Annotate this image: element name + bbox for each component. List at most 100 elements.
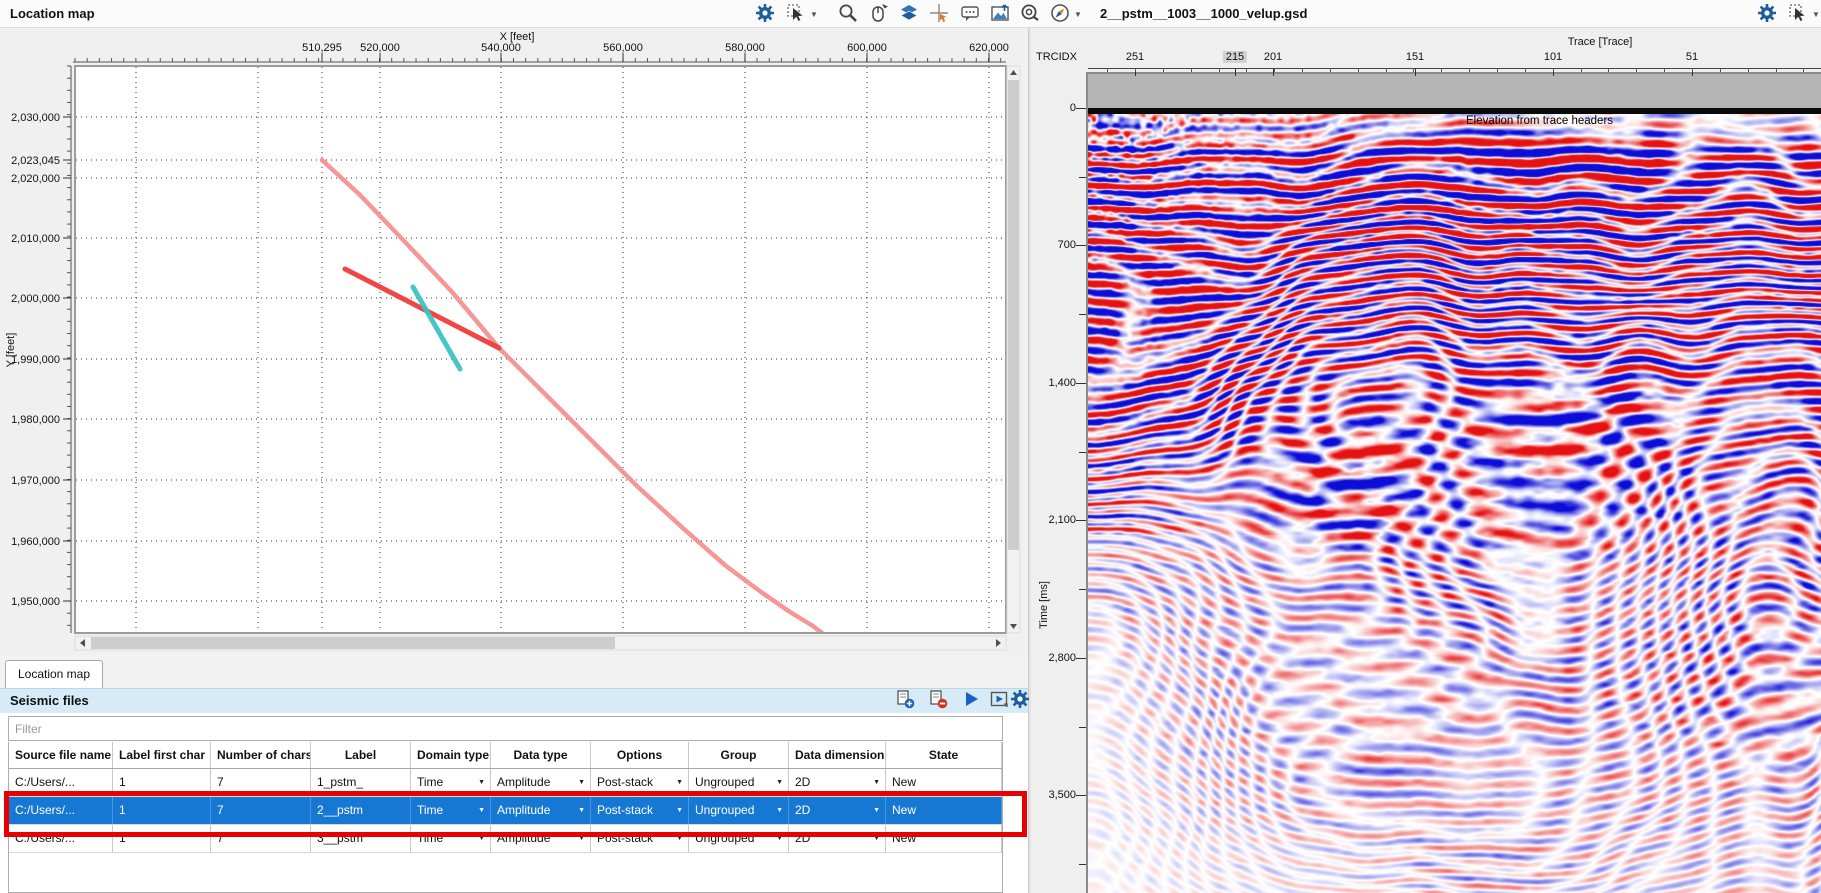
dropdown-caret-icon[interactable]: ▼ xyxy=(810,10,820,20)
column-header-9: State xyxy=(886,742,1002,768)
select-mode-icon[interactable] xyxy=(786,3,808,25)
dropdown-cell[interactable]: Amplitude ▼ xyxy=(491,769,591,796)
table-cell[interactable]: 7 xyxy=(211,797,311,824)
time-medium-tick xyxy=(1079,314,1086,315)
seismic-files-title: Seismic files xyxy=(10,693,89,708)
dropdown-cell[interactable]: Post-stack ▼ xyxy=(591,769,689,796)
settings-gear-icon[interactable] xyxy=(1010,689,1032,711)
map-y-tick-label: 2,023,045 xyxy=(11,155,60,167)
trace-minor-tick xyxy=(1386,68,1387,72)
dropdown-cell[interactable]: Post-stack ▼ xyxy=(591,825,689,852)
dropdown-caret-icon[interactable]: ▼ xyxy=(776,825,783,852)
trace-minor-tick xyxy=(1525,68,1526,72)
cell-text: 1 xyxy=(119,803,126,817)
cell-text: 2D xyxy=(795,831,811,845)
dropdown-caret-icon[interactable]: ▼ xyxy=(1812,10,1821,20)
dropdown-caret-icon[interactable]: ▼ xyxy=(578,825,585,852)
table-cell[interactable]: New xyxy=(886,825,1002,852)
dropdown-cell[interactable]: 2D ▼ xyxy=(789,769,886,796)
dropdown-cell[interactable]: Time ▼ xyxy=(411,825,491,852)
layers-icon[interactable] xyxy=(899,3,921,25)
compass-icon[interactable] xyxy=(1050,3,1072,25)
map-x-tick-label: 620,000 xyxy=(969,42,1009,54)
mouse-icon[interactable] xyxy=(869,3,891,25)
settings-gear-icon[interactable] xyxy=(755,3,777,25)
dropdown-cell[interactable]: Post-stack ▼ xyxy=(591,797,689,824)
table-cell[interactable]: New xyxy=(886,769,1002,796)
cell-text: New xyxy=(892,775,917,789)
table-header-row: Source file name Label first char Number o… xyxy=(9,742,1002,769)
dropdown-cell[interactable]: Time ▼ xyxy=(411,797,491,824)
map-x-tick-label: 510,295 xyxy=(302,42,342,54)
zoom-region-icon[interactable] xyxy=(1020,3,1042,25)
dropdown-cell[interactable]: Ungrouped ▼ xyxy=(689,825,789,852)
dropdown-caret-icon[interactable]: ▼ xyxy=(873,825,880,852)
table-cell[interactable]: 1_pstm_ xyxy=(311,769,411,796)
settings-gear-icon[interactable] xyxy=(1757,3,1779,25)
zoom-icon[interactable] xyxy=(838,3,860,25)
table-cell[interactable]: C:/Users/... xyxy=(9,769,113,796)
cell-text: Amplitude xyxy=(497,775,551,789)
location-map-plot[interactable]: 510,295 520,000 540,000 560,000 580,000 600,0… xyxy=(0,28,1028,660)
cell-text: Domain type xyxy=(417,748,490,762)
select-mode-icon[interactable] xyxy=(1788,3,1810,25)
map-plot-area[interactable] xyxy=(74,65,1007,634)
trace-minor-tick xyxy=(1748,68,1749,72)
map-y-axis-title: Y [feet] xyxy=(5,333,17,368)
trace-tick-label: 51 xyxy=(1685,51,1699,63)
dropdown-caret-icon[interactable]: ▼ xyxy=(873,797,880,824)
dropdown-cell[interactable]: Amplitude ▼ xyxy=(491,825,591,852)
table-cell[interactable]: C:/Users/... xyxy=(9,825,113,852)
snapshot-icon[interactable] xyxy=(990,3,1012,25)
table-row[interactable]: C:/Users/... 1 7 2__pstm Time ▼ Amplitude ▼ Post… xyxy=(9,797,1002,825)
map-v-scrollbar-thumb[interactable] xyxy=(1008,80,1019,550)
dropdown-cell[interactable]: Amplitude ▼ xyxy=(491,797,591,824)
seismic-section-image[interactable] xyxy=(1088,114,1821,893)
dropdown-cell[interactable]: Ungrouped ▼ xyxy=(689,769,789,796)
dropdown-caret-icon[interactable]: ▼ xyxy=(776,769,783,796)
column-header-8: Data dimension xyxy=(789,742,886,768)
table-row[interactable]: C:/Users/... 1 7 3__pstm Time ▼ Amplitude ▼ Post… xyxy=(9,825,1002,853)
dropdown-caret-icon[interactable]: ▼ xyxy=(1074,10,1084,20)
dropdown-caret-icon[interactable]: ▼ xyxy=(578,797,585,824)
dropdown-caret-icon[interactable]: ▼ xyxy=(676,797,683,824)
dropdown-caret-icon[interactable]: ▼ xyxy=(478,825,485,852)
dropdown-caret-icon[interactable]: ▼ xyxy=(478,797,485,824)
map-x-tick-label: 580,000 xyxy=(725,42,765,54)
table-cell[interactable]: 7 xyxy=(211,769,311,796)
table-cell[interactable]: 3__pstm xyxy=(311,825,411,852)
dropdown-cell[interactable]: 2D ▼ xyxy=(789,825,886,852)
dropdown-caret-icon[interactable]: ▼ xyxy=(478,769,485,796)
dropdown-caret-icon[interactable]: ▼ xyxy=(776,797,783,824)
map-h-scrollbar-thumb[interactable] xyxy=(91,637,615,649)
tab-location-map[interactable]: Location map xyxy=(5,660,103,688)
cell-text: Data type xyxy=(513,748,568,762)
dropdown-cell[interactable]: Time ▼ xyxy=(411,769,491,796)
dropdown-caret-icon[interactable]: ▼ xyxy=(578,769,585,796)
remove-file-icon[interactable] xyxy=(928,689,950,711)
trace-minor-tick xyxy=(1246,68,1247,72)
run-in-window-icon[interactable] xyxy=(989,689,1011,711)
tooltip-icon[interactable] xyxy=(960,3,982,25)
table-cell[interactable]: New xyxy=(886,797,1002,824)
table-row[interactable]: C:/Users/... 1 7 1_pstm_ Time ▼ Amplitude ▼ Post… xyxy=(9,769,1002,797)
table-cell[interactable]: 1 xyxy=(113,797,211,824)
cell-text: 2D xyxy=(795,775,811,789)
table-cell[interactable]: C:/Users/... xyxy=(9,797,113,824)
add-file-icon[interactable] xyxy=(895,689,917,711)
dropdown-cell[interactable]: 2D ▼ xyxy=(789,797,886,824)
dropdown-caret-icon[interactable]: ▼ xyxy=(676,825,683,852)
table-cell[interactable]: 7 xyxy=(211,825,311,852)
table-cell[interactable]: 1 xyxy=(113,769,211,796)
dropdown-cell[interactable]: Ungrouped ▼ xyxy=(689,797,789,824)
table-cell[interactable]: 1 xyxy=(113,825,211,852)
cell-text: New xyxy=(892,831,917,845)
dropdown-caret-icon[interactable]: ▼ xyxy=(676,769,683,796)
cell-text: Amplitude xyxy=(497,831,551,845)
table-cell[interactable]: 2__pstm xyxy=(311,797,411,824)
dropdown-caret-icon[interactable]: ▼ xyxy=(873,769,880,796)
cell-text: 1 xyxy=(119,831,126,845)
crosshair-icon[interactable] xyxy=(929,3,951,25)
filter-input[interactable] xyxy=(8,716,1003,741)
run-icon[interactable] xyxy=(961,689,983,711)
